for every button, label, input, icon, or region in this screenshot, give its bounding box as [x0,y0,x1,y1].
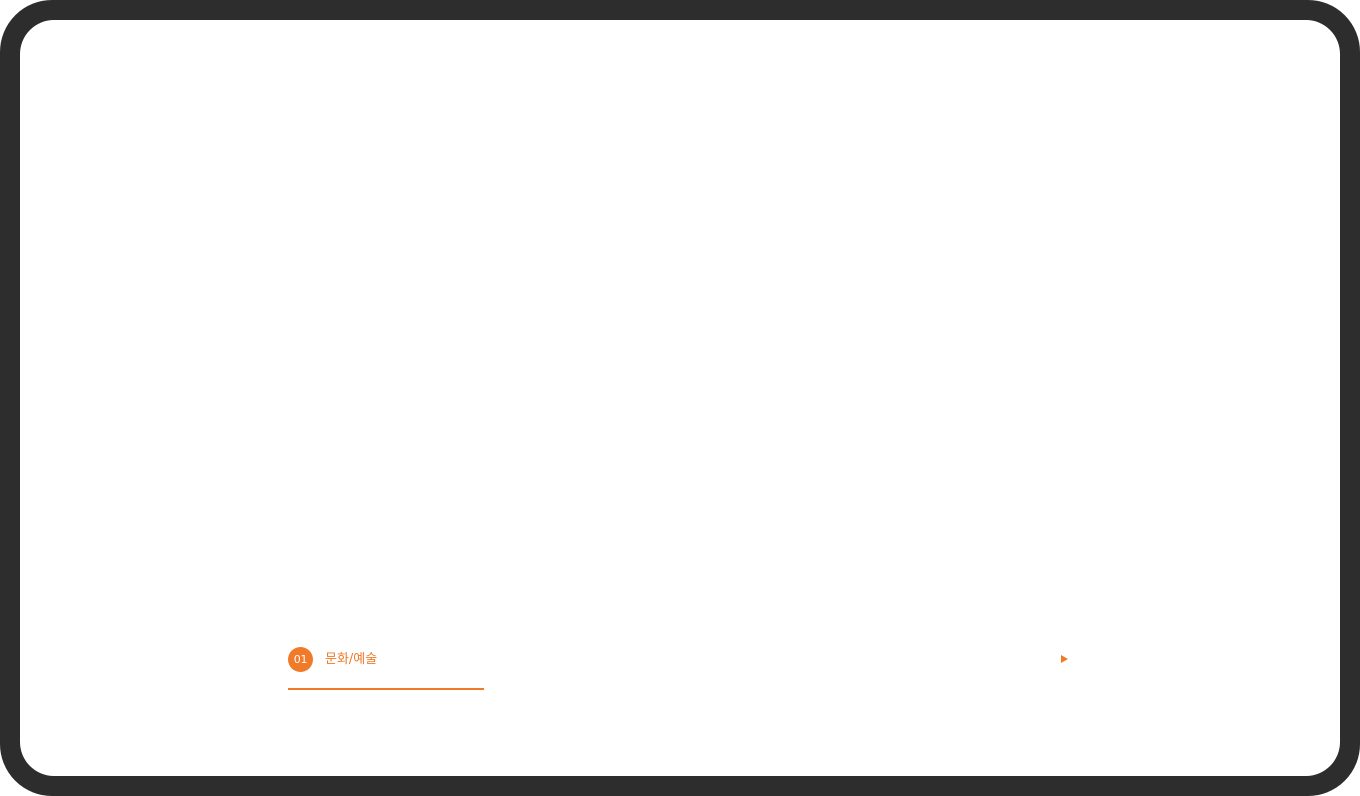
play-arrow-icon[interactable] [1061,655,1068,663]
screen: 01 문화/예술 [20,20,1340,776]
category-underline [288,688,484,690]
category-label: 문화/예술 [325,651,378,667]
category-item-culture-art[interactable]: 01 문화/예술 [288,646,1068,672]
category-number-badge: 01 [288,646,313,672]
